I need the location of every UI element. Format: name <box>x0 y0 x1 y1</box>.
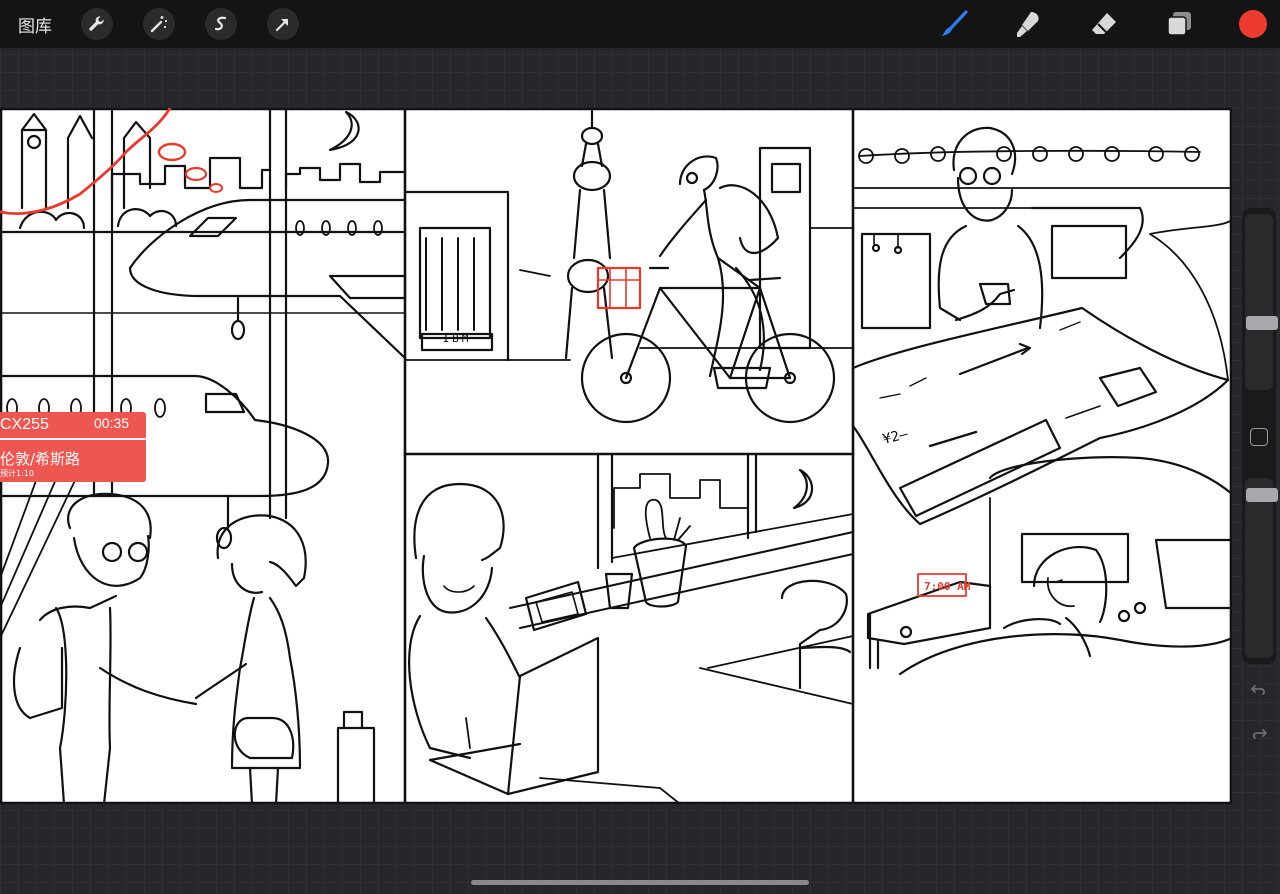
opacity-slider[interactable] <box>1245 478 1278 658</box>
brush-icon <box>942 10 968 36</box>
brush-size-handle[interactable] <box>1246 316 1278 330</box>
magic-wand-icon <box>150 16 167 33</box>
panel-ticket-bed: ¥2— 7:00 AM <box>851 126 1232 676</box>
layers-icon <box>1167 12 1191 36</box>
eraser-tool[interactable] <box>1086 6 1122 42</box>
panel-bicycle <box>403 108 854 424</box>
transform-arrow-icon <box>275 18 289 32</box>
drawing-canvas[interactable]: ¥2— 7:00 AM CX255 00:35 伦敦/希斯路 预计1:10 IB… <box>0 108 1232 804</box>
transform-button[interactable] <box>267 8 299 40</box>
alarm-clock-time: 7:00 AM <box>924 580 971 593</box>
undo-icon[interactable] <box>1249 680 1269 700</box>
ticket-price: ¥2— <box>881 426 910 448</box>
flight-subtitle: 预计1:10 <box>0 469 34 478</box>
selection-icon <box>214 16 227 31</box>
square-modify-icon[interactable] <box>1250 428 1268 446</box>
selection-button[interactable] <box>205 8 237 40</box>
comic-artwork: ¥2— 7:00 AM <box>0 108 1232 804</box>
flight-destination: 伦敦/希斯路 <box>0 450 81 468</box>
smudge-icon <box>1017 12 1039 37</box>
flight-time: 00:35 <box>94 415 130 431</box>
gallery-button[interactable]: 图库 <box>18 12 52 37</box>
brush-tool[interactable] <box>936 6 972 42</box>
eraser-icon <box>1092 13 1116 34</box>
color-picker-button[interactable] <box>1239 10 1267 38</box>
home-indicator[interactable] <box>471 880 809 885</box>
top-toolbar: 图库 <box>0 0 1280 48</box>
redo-icon[interactable] <box>1249 724 1269 744</box>
layers-tool[interactable] <box>1161 6 1197 42</box>
actions-button[interactable] <box>81 8 113 40</box>
flight-number: CX255 <box>0 416 49 433</box>
panel-study <box>408 452 854 804</box>
wrench-icon <box>89 16 104 31</box>
smudge-tool[interactable] <box>1011 6 1047 42</box>
flight-divider <box>0 438 146 440</box>
adjustments-button[interactable] <box>143 8 175 40</box>
brush-size-slider[interactable] <box>1245 214 1278 390</box>
building-sign: IBM <box>442 332 472 345</box>
opacity-handle[interactable] <box>1246 488 1278 502</box>
flight-info-card: CX255 00:35 伦敦/希斯路 预计1:10 <box>0 412 146 482</box>
